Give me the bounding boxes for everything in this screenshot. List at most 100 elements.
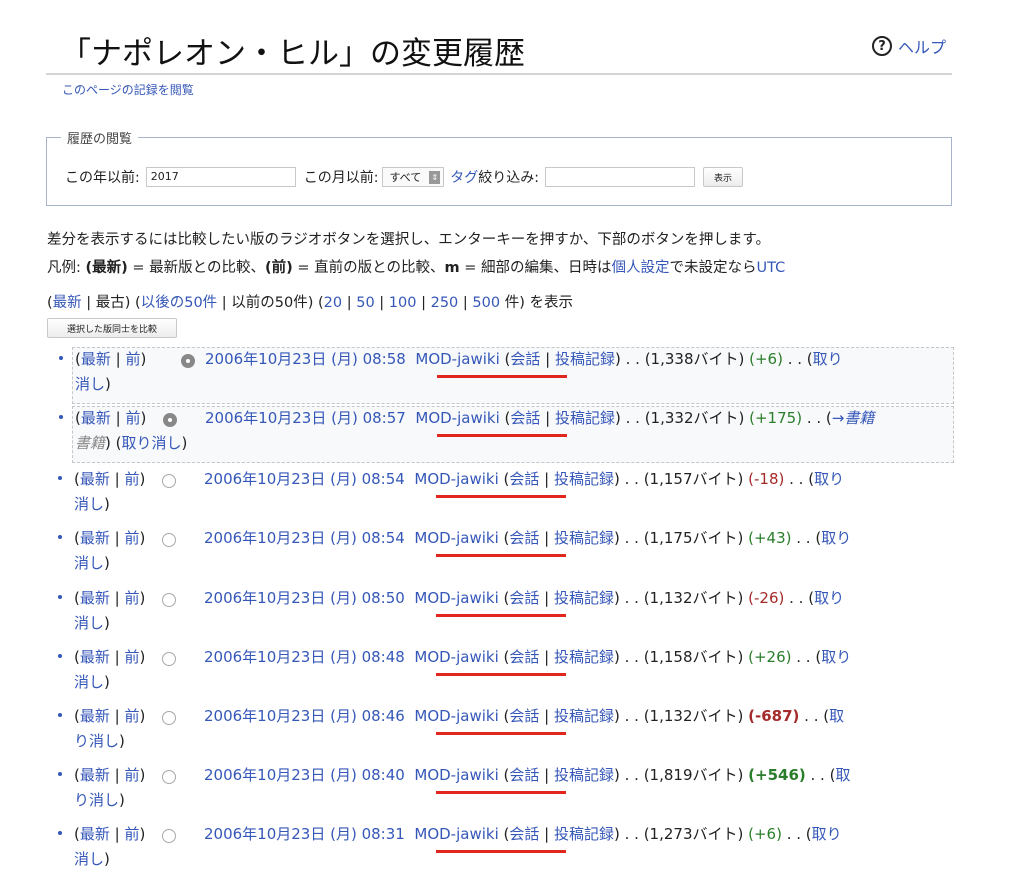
user-talk-link[interactable]: 会話: [510, 409, 540, 427]
revision-radio[interactable]: [162, 474, 176, 488]
user-contribs-link[interactable]: 投稿記録: [554, 648, 614, 666]
undo-link-end[interactable]: 消し: [74, 554, 104, 572]
undo-link-end[interactable]: 消し: [74, 614, 104, 632]
user-talk-link[interactable]: 会話: [509, 707, 539, 725]
undo-link-start[interactable]: 取: [829, 707, 844, 725]
user-talk-link[interactable]: 会話: [509, 766, 539, 784]
user-contribs-link[interactable]: 投稿記録: [554, 707, 614, 725]
revision-date-link[interactable]: 2006年10月23日 (月) 08:57: [205, 409, 406, 427]
user-talk-link[interactable]: 会話: [509, 529, 539, 547]
user-talk-link[interactable]: 会話: [510, 350, 540, 368]
revision-radio[interactable]: [162, 770, 176, 784]
utc-link[interactable]: UTC: [756, 260, 785, 276]
user-link[interactable]: MOD-jawiki: [414, 766, 498, 784]
user-link[interactable]: MOD-jawiki: [415, 409, 499, 427]
prev-diff-link[interactable]: 前: [124, 589, 139, 607]
undo-link-end[interactable]: 消し: [75, 375, 105, 393]
user-contribs-link[interactable]: 投稿記録: [554, 766, 614, 784]
revision-date-link[interactable]: 2006年10月23日 (月) 08:54: [204, 529, 405, 547]
undo-link-start[interactable]: 取り: [821, 529, 851, 547]
prev-diff-link[interactable]: 前: [125, 409, 140, 427]
revision-date-link[interactable]: 2006年10月23日 (月) 08:50: [204, 589, 405, 607]
revision-radio[interactable]: [162, 593, 176, 607]
revision-radio[interactable]: [162, 829, 176, 843]
user-link[interactable]: MOD-jawiki: [414, 825, 498, 843]
user-link[interactable]: MOD-jawiki: [414, 470, 498, 488]
limit-link[interactable]: 50: [356, 295, 374, 311]
limit-link[interactable]: 500: [472, 295, 500, 311]
nav-newer-50-link[interactable]: 以後の50件: [141, 295, 217, 311]
limit-link[interactable]: 100: [389, 295, 417, 311]
revision-date-link[interactable]: 2006年10月23日 (月) 08:31: [204, 825, 405, 843]
undo-link-end[interactable]: 消し: [74, 673, 104, 691]
cur-diff-link[interactable]: 最新: [80, 529, 110, 547]
cur-diff-link[interactable]: 最新: [80, 470, 110, 488]
undo-link-end[interactable]: 消し: [74, 850, 104, 868]
revision-radio[interactable]: [163, 413, 177, 427]
restore-link[interactable]: →書籍: [832, 409, 875, 427]
prev-diff-link[interactable]: 前: [124, 529, 139, 547]
user-talk-link[interactable]: 会話: [509, 825, 539, 843]
undo-link-end[interactable]: り消し: [74, 791, 119, 809]
cur-diff-link[interactable]: 最新: [80, 707, 110, 725]
tag-link[interactable]: タグ: [450, 167, 478, 187]
help-label[interactable]: ヘルプ: [898, 34, 946, 58]
undo-link-start[interactable]: 取り: [821, 648, 851, 666]
revision-radio[interactable]: [162, 652, 176, 666]
tag-filter-input[interactable]: [544, 167, 695, 187]
user-contribs-link[interactable]: 投稿記録: [554, 529, 614, 547]
month-select[interactable]: すべて ⇕: [382, 167, 445, 187]
prev-diff-link[interactable]: 前: [124, 825, 139, 843]
undo-link-start[interactable]: 取り: [812, 825, 842, 843]
cur-diff-link[interactable]: 最新: [80, 825, 110, 843]
user-contribs-link[interactable]: 投稿記録: [555, 350, 615, 368]
revision-radio[interactable]: [162, 533, 176, 547]
user-talk-link[interactable]: 会話: [509, 648, 539, 666]
cur-diff-link[interactable]: 最新: [80, 589, 110, 607]
revision-date-link[interactable]: 2006年10月23日 (月) 08:54: [204, 470, 405, 488]
user-contribs-link[interactable]: 投稿記録: [554, 825, 614, 843]
revision-date-link[interactable]: 2006年10月23日 (月) 08:40: [204, 766, 405, 784]
revision-radio[interactable]: [181, 354, 195, 368]
prev-diff-link[interactable]: 前: [124, 470, 139, 488]
page-logs-link[interactable]: このページの記録を閲覧: [62, 81, 194, 98]
undo-link-start[interactable]: 取り: [814, 470, 844, 488]
user-talk-link[interactable]: 会話: [509, 589, 539, 607]
cur-diff-link[interactable]: 最新: [81, 409, 111, 427]
user-link[interactable]: MOD-jawiki: [414, 589, 498, 607]
user-contribs-link[interactable]: 投稿記録: [554, 589, 614, 607]
undo-link-end[interactable]: 消し: [74, 495, 104, 513]
limit-link[interactable]: 250: [431, 295, 459, 311]
undo-link-start[interactable]: 取り: [813, 350, 843, 368]
user-talk-link[interactable]: 会話: [509, 470, 539, 488]
revision-date-link[interactable]: 2006年10月23日 (月) 08:46: [204, 707, 405, 725]
revision-date-link[interactable]: 2006年10月23日 (月) 08:48: [204, 648, 405, 666]
revision-date-link[interactable]: 2006年10月23日 (月) 08:58: [205, 350, 406, 368]
prev-diff-link[interactable]: 前: [124, 707, 139, 725]
prev-diff-link[interactable]: 前: [125, 350, 140, 368]
undo-link-start[interactable]: 取り: [814, 589, 844, 607]
undo-link[interactable]: 取り消し: [122, 434, 182, 452]
undo-link-start[interactable]: 取: [835, 766, 850, 784]
user-link[interactable]: MOD-jawiki: [414, 648, 498, 666]
undo-link-end[interactable]: り消し: [74, 732, 119, 750]
cur-diff-link[interactable]: 最新: [81, 350, 111, 368]
user-link[interactable]: MOD-jawiki: [415, 350, 499, 368]
preferences-link[interactable]: 個人設定: [611, 260, 669, 276]
help-link[interactable]: ? ヘルプ: [872, 34, 946, 58]
revision-radio[interactable]: [162, 711, 176, 725]
user-link[interactable]: MOD-jawiki: [414, 529, 498, 547]
prev-diff-link[interactable]: 前: [124, 648, 139, 666]
show-button[interactable]: 表示: [702, 167, 743, 187]
nav-newest-link[interactable]: 最新: [53, 295, 82, 311]
prev-diff-link[interactable]: 前: [124, 766, 139, 784]
user-contribs-link[interactable]: 投稿記録: [555, 409, 615, 427]
user-contribs-link[interactable]: 投稿記録: [554, 470, 614, 488]
user-link[interactable]: MOD-jawiki: [414, 707, 498, 725]
year-input[interactable]: 2017: [145, 167, 296, 187]
compare-revisions-button[interactable]: 選択した版同士を比較: [47, 318, 177, 338]
cur-diff-link[interactable]: 最新: [80, 648, 110, 666]
title-divider: [46, 73, 952, 75]
cur-diff-link[interactable]: 最新: [80, 766, 110, 784]
limit-link[interactable]: 20: [324, 295, 342, 311]
